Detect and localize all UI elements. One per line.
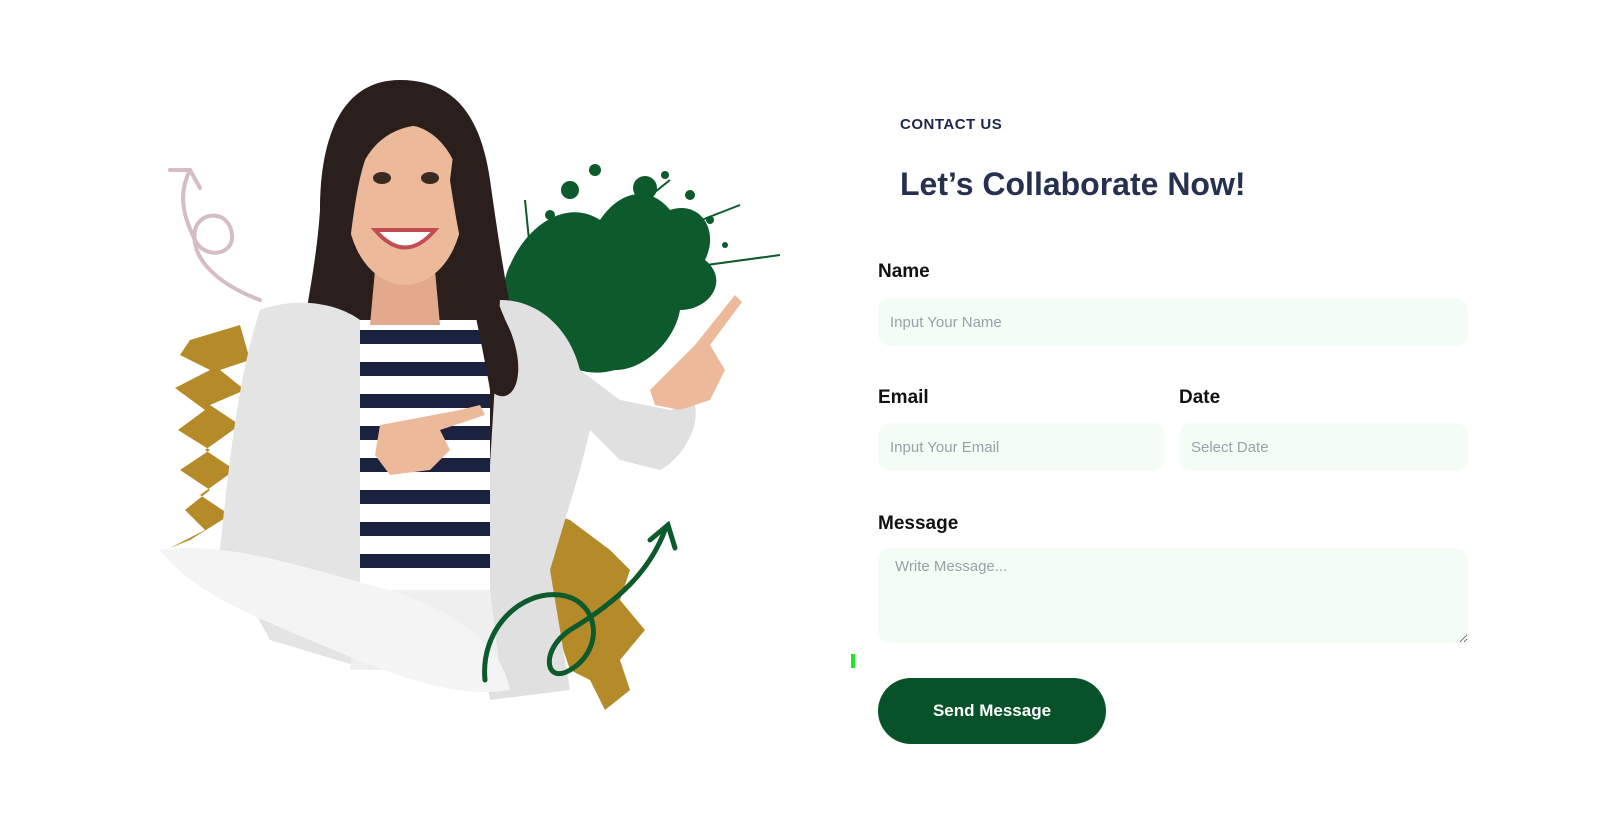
name-label: Name [878,261,930,282]
date-input[interactable] [1179,423,1468,471]
email-input[interactable] [878,423,1165,471]
message-label: Message [878,513,959,534]
section-eyebrow: CONTACT US [900,116,1003,133]
name-input[interactable] [878,298,1468,346]
hero-illustration [150,70,800,730]
contact-section: CONTACT US Let’s Collaborate Now! Name E… [0,0,1600,833]
message-textarea[interactable] [878,548,1468,643]
text-cursor-marker [851,654,855,668]
pink-curly-arrow [168,168,262,302]
email-label: Email [878,387,929,408]
send-message-button[interactable]: Send Message [878,678,1106,744]
section-heading: Let’s Collaborate Now! [900,166,1246,202]
date-label: Date [1179,387,1221,408]
woman-pointing-image [160,80,781,710]
